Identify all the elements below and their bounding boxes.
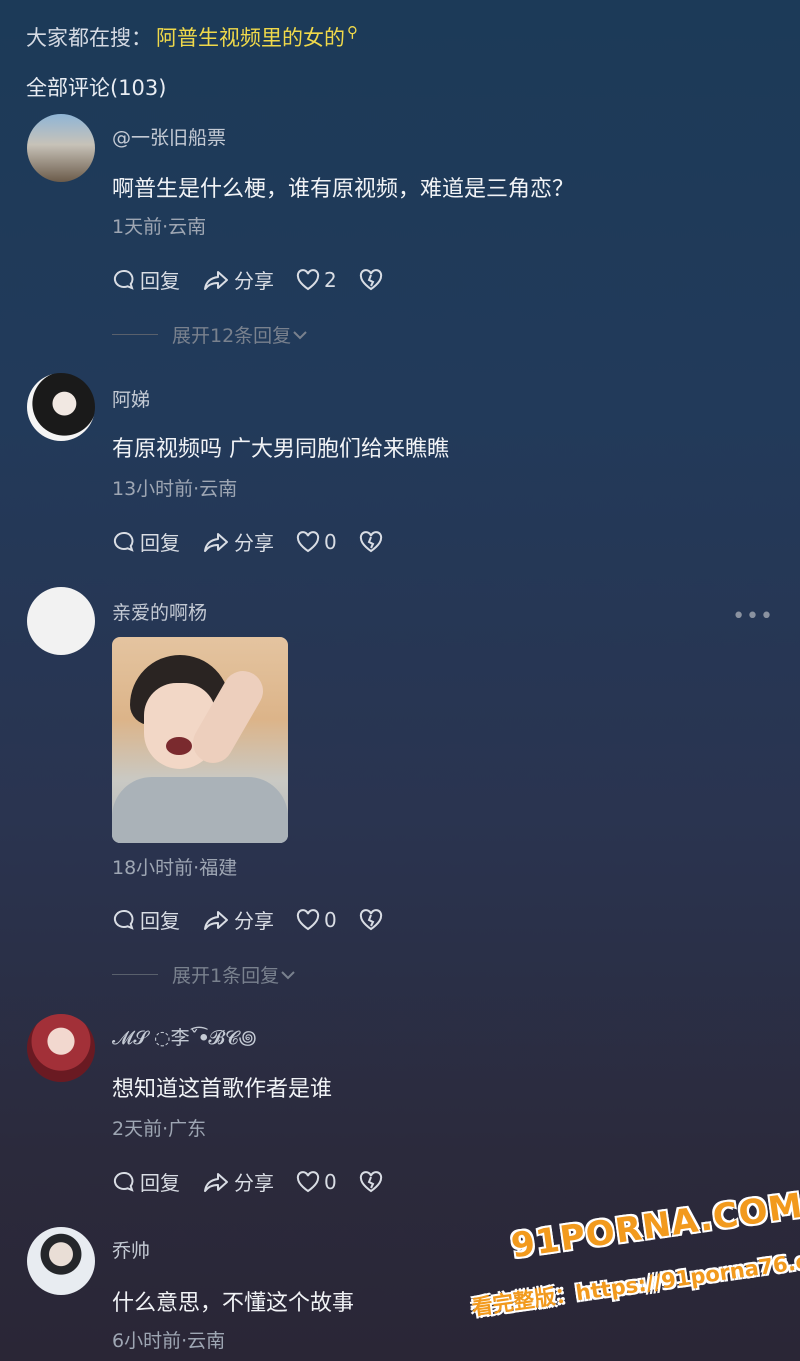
heart-icon [296,530,320,552]
like-count: 0 [324,529,337,554]
comment-text[interactable]: 有原视频吗 广大男同胞们给来瞧瞧 [112,431,449,463]
expand-replies-button[interactable]: 展开12条回复 [112,321,309,348]
comment-text[interactable]: 什么意思，不懂这个故事 [112,1285,354,1317]
like-button[interactable]: 0 [296,1170,337,1194]
share-arrow-icon [204,532,228,552]
like-button[interactable]: 2 [296,268,337,292]
comment-meta: 18小时前·福建 [112,857,238,879]
comment-meta: 1天前·云南 [112,216,207,238]
reply-label: 回复 [140,269,180,293]
avatar[interactable] [27,587,95,655]
expand-replies-button[interactable]: 展开1条回复 [112,961,297,988]
share-button[interactable]: 分享 [202,265,274,294]
reply-label: 回复 [140,531,180,555]
share-button[interactable]: 分享 [202,527,274,556]
reply-button[interactable]: 回复 [112,905,180,934]
share-label: 分享 [234,531,274,555]
chevron-down-icon [293,330,307,339]
like-count: 0 [324,907,337,932]
dislike-button[interactable] [359,530,387,553]
search-suggestion[interactable]: 大家都在搜： 阿普生视频里的女的 ⚲ [26,22,358,52]
avatar[interactable] [27,114,95,182]
comment-bubble-icon [113,1171,134,1192]
reply-button[interactable]: 回复 [112,527,180,556]
like-count: 2 [324,267,337,292]
expand-replies-label: 展开1条回复 [172,965,280,987]
divider-line [112,974,158,975]
share-arrow-icon [204,1172,228,1192]
share-button[interactable]: 分享 [202,1167,274,1196]
more-options-icon[interactable]: ••• [732,604,774,629]
comment-actions: 回复 分享 2 [112,265,409,294]
comment-username[interactable]: 亲爱的啊杨 [112,598,207,625]
reply-button[interactable]: 回复 [112,1167,180,1196]
dislike-button[interactable] [359,1170,387,1193]
share-arrow-icon [204,910,228,930]
like-button[interactable]: 0 [296,530,337,554]
comment-text[interactable]: 想知道这首歌作者是谁 [112,1071,332,1103]
broken-heart-icon [359,530,382,552]
comment-actions: 回复 分享 0 [112,1167,409,1196]
comment-meta: 6小时前·云南 [112,1330,226,1352]
share-label: 分享 [234,1171,274,1195]
comment-actions: 回复 分享 0 [112,905,409,934]
divider-line [112,334,158,335]
comment-bubble-icon [113,531,134,552]
comment-bubble-icon [113,909,134,930]
reply-button[interactable]: 回复 [112,265,180,294]
broken-heart-icon [359,908,382,930]
chevron-down-icon [281,970,295,979]
share-arrow-icon [204,270,228,290]
avatar[interactable] [27,1014,95,1082]
comment-text[interactable]: 啊普生是什么梗，谁有原视频，难道是三角恋？ [112,171,574,203]
reply-label: 回复 [140,1171,180,1195]
search-icon[interactable]: ⚲ [347,23,358,41]
like-count: 0 [324,1169,337,1194]
broken-heart-icon [359,268,382,290]
share-label: 分享 [234,269,274,293]
search-suggestion-prefix: 大家都在搜： [26,26,152,50]
heart-icon [296,268,320,290]
search-suggestion-keyword[interactable]: 阿普生视频里的女的 [156,22,345,52]
broken-heart-icon [359,1170,382,1192]
dislike-button[interactable] [359,268,387,291]
heart-icon [296,1170,320,1192]
comment-image[interactable] [112,637,288,843]
dislike-button[interactable] [359,908,387,931]
share-label: 分享 [234,909,274,933]
expand-replies-label: 展开12条回复 [172,325,292,347]
comment-username[interactable]: @一张旧船票 [112,123,226,150]
comment-username[interactable]: 乔帅 [112,1236,150,1263]
like-button[interactable]: 0 [296,908,337,932]
comment-actions: 回复 分享 0 [112,527,409,556]
comment-meta: 2天前·广东 [112,1118,207,1140]
comment-username[interactable]: 阿娣 [112,385,150,412]
comments-count-header: 全部评论(103) [26,76,167,100]
heart-icon [296,908,320,930]
avatar[interactable] [27,1227,95,1295]
watermark: 91PORNA.COM 看完整版：https://91porna76.com [470,1186,800,1346]
avatar[interactable] [27,373,95,441]
reply-label: 回复 [140,909,180,933]
comment-meta: 13小时前·云南 [112,478,238,500]
comment-bubble-icon [113,269,134,290]
comment-username[interactable]: 𝓜𝓢 ◌李ˇ͡ꔷ𝓑𝓒꩜ [112,1023,257,1051]
share-button[interactable]: 分享 [202,905,274,934]
